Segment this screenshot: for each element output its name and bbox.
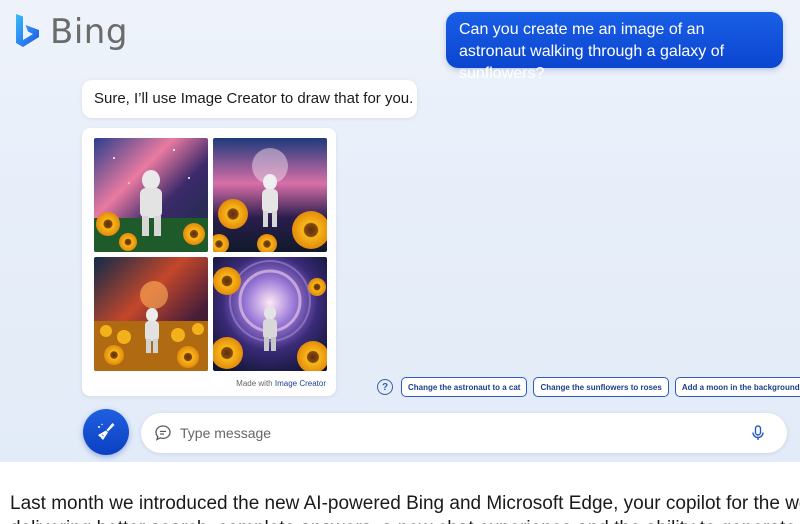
user-message: Can you create me an image of an astrona… xyxy=(446,12,783,82)
bot-message: Sure, I’ll use Image Creator to draw tha… xyxy=(82,80,417,118)
bing-logo[interactable]: Bing xyxy=(14,12,128,52)
broom-icon xyxy=(98,423,115,440)
article-caption-line2: delivering better search, complete answe… xyxy=(10,516,800,524)
question-icon[interactable]: ? xyxy=(377,379,393,395)
logo-text: Bing xyxy=(50,12,128,52)
article-caption: Last month we introduced the new AI-powe… xyxy=(10,493,800,514)
generated-image-4[interactable] xyxy=(213,257,327,371)
suggestion-chip[interactable]: Change the astronaut to a cat xyxy=(401,377,528,397)
generated-image-1[interactable] xyxy=(94,138,208,252)
generated-image-2[interactable] xyxy=(213,138,327,252)
new-topic-button[interactable] xyxy=(83,409,129,455)
suggestion-chip[interactable]: Change the sunflowers to roses xyxy=(533,377,669,397)
message-input-bar[interactable] xyxy=(141,413,787,453)
bing-logo-icon xyxy=(16,14,39,47)
image-result-card: Made with Image Creator xyxy=(82,128,336,396)
suggestion-chips: ? Change the astronaut to a cat Change t… xyxy=(377,377,800,397)
image-creator-link[interactable]: Image Creator xyxy=(275,379,326,388)
chat-area: Bing Can you create me an image of an as… xyxy=(0,0,800,462)
made-with-label: Made with xyxy=(236,379,273,388)
made-with-note: Made with Image Creator xyxy=(236,379,326,388)
message-input[interactable] xyxy=(180,425,749,441)
suggestion-chip[interactable]: Add a moon in the background xyxy=(674,377,800,397)
generated-image-3[interactable] xyxy=(94,257,208,371)
microphone-icon[interactable] xyxy=(749,424,767,442)
chat-bubble-icon xyxy=(155,425,171,441)
